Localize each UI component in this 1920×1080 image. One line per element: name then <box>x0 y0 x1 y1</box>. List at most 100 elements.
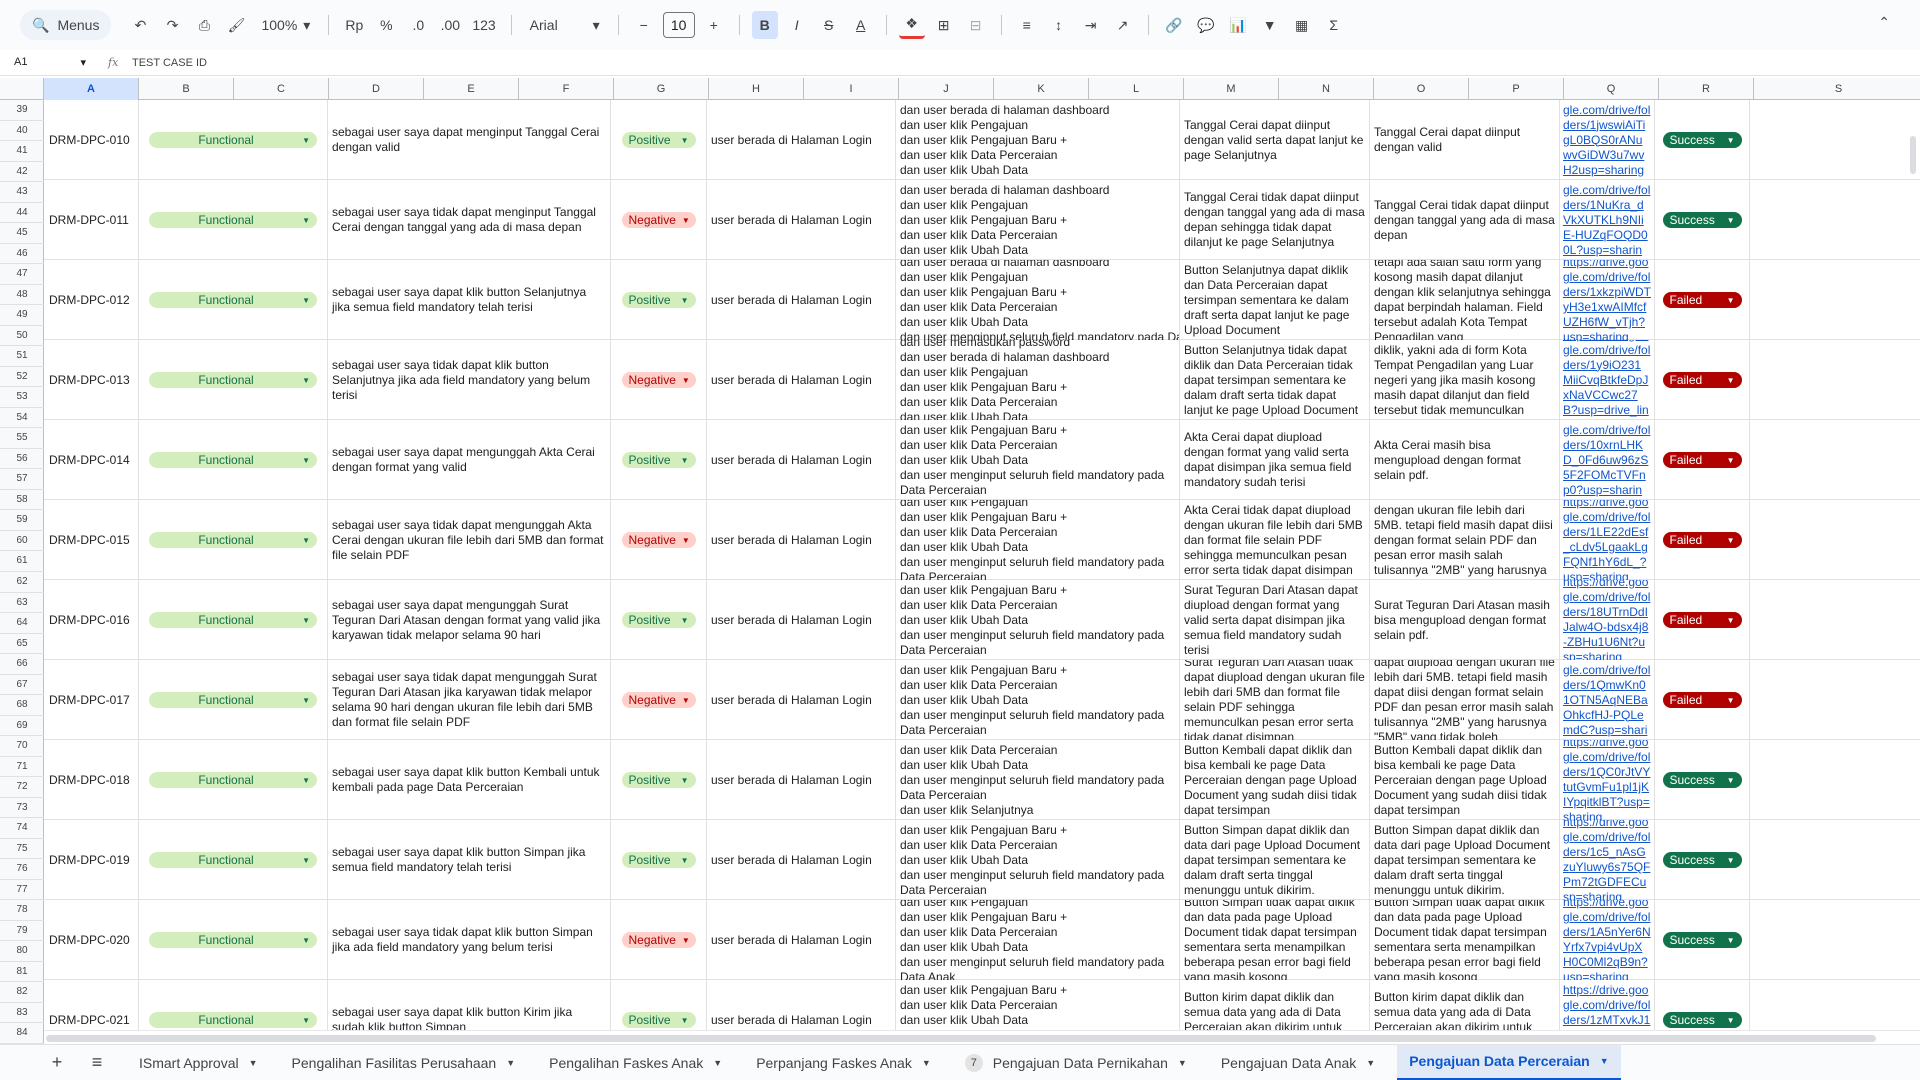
row-number[interactable]: 62 <box>0 572 44 593</box>
column-header-a[interactable]: A <box>44 78 139 100</box>
row-number[interactable]: 75 <box>0 839 44 860</box>
decrease-font-size-button[interactable]: − <box>631 11 657 39</box>
sign-cell[interactable]: Positive ▼ <box>611 420 707 500</box>
fill-color-icon[interactable]: ❖ <box>898 11 925 39</box>
description-cell[interactable]: sebagai user saya tidak dapat klik butto… <box>328 900 611 980</box>
empty-cell[interactable] <box>1750 260 1920 340</box>
redo-icon[interactable]: ↷ <box>159 11 185 39</box>
row-number[interactable]: 66 <box>0 654 44 675</box>
description-cell[interactable]: sebagai user saya tidak dapat mengunggah… <box>328 660 611 740</box>
row-number[interactable]: 42 <box>0 162 44 183</box>
formula-input[interactable]: TEST CASE ID <box>132 57 207 69</box>
column-header-o[interactable]: O <box>1374 78 1469 100</box>
type-dropdown-chip[interactable]: Functional ▼ <box>149 772 317 788</box>
row-number[interactable]: 71 <box>0 757 44 778</box>
precondition-cell[interactable]: user berada di Halaman Login <box>707 900 896 980</box>
actual-result-cell[interactable]: Surat Teguran Dari Atasan masih bisa men… <box>1370 580 1560 660</box>
steps-cell[interactable]: dan user klik Pengajuan Baru + dan user k… <box>896 660 1180 740</box>
sign-cell[interactable]: Negative ▼ <box>611 660 707 740</box>
paint-format-icon[interactable]: 🖌 <box>223 11 249 39</box>
row-number[interactable]: 51 <box>0 346 44 367</box>
column-header-s[interactable]: S <box>1754 78 1920 100</box>
row-number[interactable]: 48 <box>0 285 44 306</box>
column-header-l[interactable]: L <box>1089 78 1184 100</box>
sign-cell[interactable]: Positive ▼ <box>611 580 707 660</box>
sign-dropdown-chip[interactable]: Positive ▼ <box>621 452 696 468</box>
type-dropdown-chip[interactable]: Functional ▼ <box>149 852 317 868</box>
merge-cells-icon[interactable]: ⊟ <box>963 11 989 39</box>
chart-icon[interactable]: 📊 <box>1225 11 1251 39</box>
steps-cell[interactable]: dan user berada di halaman dashboard dan … <box>896 100 1180 180</box>
evidence-link[interactable]: https://drive.google.com/drive/folders/1… <box>1560 500 1655 580</box>
description-cell[interactable]: sebagai user saya dapat mengunggah Surat… <box>328 580 611 660</box>
description-cell[interactable]: sebagai user saya tidak dapat klik butto… <box>328 340 611 420</box>
status-cell[interactable]: Failed ▼ <box>1655 580 1750 660</box>
type-dropdown-chip[interactable]: Functional ▼ <box>149 212 317 228</box>
expected-result-cell[interactable]: Button Selanjutnya tidak dapat diklik da… <box>1180 340 1370 420</box>
description-cell[interactable]: sebagai user saya tidak dapat menginput … <box>328 180 611 260</box>
sign-cell[interactable]: Negative ▼ <box>611 900 707 980</box>
evidence-link[interactable]: https://drive.google.com/drive/folders/1… <box>1560 580 1655 660</box>
sign-dropdown-chip[interactable]: Positive ▼ <box>621 292 696 308</box>
test-case-id-cell[interactable]: DRM-DPC-020 <box>44 900 139 980</box>
row-number[interactable]: 73 <box>0 798 44 819</box>
horizontal-scrollbar[interactable] <box>44 1030 1920 1044</box>
row-number[interactable]: 68 <box>0 695 44 716</box>
sheet-tab[interactable]: Perpanjang Faskes Anak ▼ <box>744 1045 943 1080</box>
test-case-id-cell[interactable]: DRM-DPC-013 <box>44 340 139 420</box>
row-number[interactable]: 84 <box>0 1023 44 1044</box>
expected-result-cell[interactable]: Button Simpan tidak dapat diklik dan dat… <box>1180 900 1370 980</box>
test-type-cell[interactable]: Functional ▼ <box>139 820 328 900</box>
sign-dropdown-chip[interactable]: Positive ▼ <box>621 852 696 868</box>
status-cell[interactable]: Failed ▼ <box>1655 340 1750 420</box>
row-number[interactable]: 47 <box>0 264 44 285</box>
steps-cell[interactable]: dan user berada di halaman dashboard dan … <box>896 260 1180 340</box>
filter-icon[interactable]: ▼ <box>1257 11 1283 39</box>
test-case-id-cell[interactable]: DRM-DPC-010 <box>44 100 139 180</box>
type-dropdown-chip[interactable]: Functional ▼ <box>149 372 317 388</box>
evidence-link[interactable]: https://drive.google.com/drive/folders/1… <box>1560 340 1655 420</box>
more-formats-button[interactable]: 123 <box>469 11 498 39</box>
test-case-id-cell[interactable]: DRM-DPC-012 <box>44 260 139 340</box>
test-type-cell[interactable]: Functional ▼ <box>139 260 328 340</box>
status-cell[interactable]: Success ▼ <box>1655 820 1750 900</box>
empty-cell[interactable] <box>1750 180 1920 260</box>
type-dropdown-chip[interactable]: Functional ▼ <box>149 932 317 948</box>
column-header-i[interactable]: I <box>804 78 899 100</box>
font-select[interactable]: Arial ▾ <box>524 17 606 34</box>
sheet-tab[interactable]: Pengajuan Data Anak ▼ <box>1209 1045 1387 1080</box>
all-sheets-icon[interactable]: ≡ <box>77 1052 117 1073</box>
evidence-link[interactable]: https://drive.google.com/drive/folders/1… <box>1560 740 1655 820</box>
column-header-h[interactable]: H <box>709 78 804 100</box>
status-dropdown-chip[interactable]: Success ▼ <box>1662 212 1742 228</box>
sign-cell[interactable]: Negative ▼ <box>611 340 707 420</box>
percent-format-button[interactable]: % <box>373 11 399 39</box>
empty-cell[interactable] <box>1750 340 1920 420</box>
column-header-n[interactable]: N <box>1279 78 1374 100</box>
type-dropdown-chip[interactable]: Functional ▼ <box>149 452 317 468</box>
undo-icon[interactable]: ↶ <box>127 11 153 39</box>
empty-cell[interactable] <box>1750 900 1920 980</box>
row-number[interactable]: 72 <box>0 777 44 798</box>
steps-cell[interactable]: dan user klik Pengajuan Baru + dan user k… <box>896 580 1180 660</box>
row-number[interactable]: 57 <box>0 469 44 490</box>
sign-cell[interactable]: Negative ▼ <box>611 500 707 580</box>
font-size-input[interactable]: 10 <box>662 12 695 38</box>
precondition-cell[interactable]: user berada di Halaman Login <box>707 420 896 500</box>
expected-result-cell[interactable]: Surat Teguran Dari Atasan dapat diupload… <box>1180 580 1370 660</box>
precondition-cell[interactable]: user berada di Halaman Login <box>707 820 896 900</box>
actual-result-cell[interactable]: Button Simpan dapat diklik dan data dari… <box>1370 820 1560 900</box>
column-header-p[interactable]: P <box>1469 78 1564 100</box>
status-cell[interactable]: Success ▼ <box>1655 740 1750 820</box>
status-cell[interactable]: Success ▼ <box>1655 100 1750 180</box>
column-header-q[interactable]: Q <box>1564 78 1659 100</box>
column-header-b[interactable]: B <box>139 78 234 100</box>
sign-dropdown-chip[interactable]: Negative ▼ <box>621 372 696 388</box>
row-number[interactable]: 55 <box>0 428 44 449</box>
type-dropdown-chip[interactable]: Functional ▼ <box>149 132 317 148</box>
expected-result-cell[interactable]: Surat Teguran Dari Atasan tidak dapat di… <box>1180 660 1370 740</box>
description-cell[interactable]: sebagai user saya dapat klik button Simp… <box>328 820 611 900</box>
steps-cell[interactable]: dan user klik Pengajuan dan user klik Pen… <box>896 500 1180 580</box>
sheet-tab[interactable]: 7 Pengajuan Data Pernikahan ▼ <box>953 1045 1199 1080</box>
row-number[interactable]: 53 <box>0 387 44 408</box>
